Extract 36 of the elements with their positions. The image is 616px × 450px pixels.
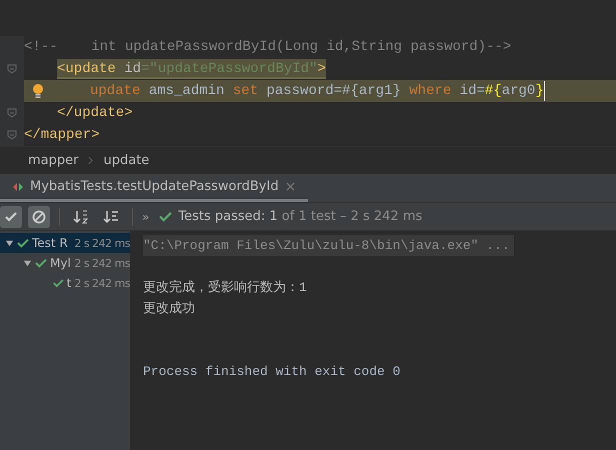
show-passed-button[interactable] (0, 206, 22, 228)
test-status: Tests passed: 1 of 1 test – 2 s 242 ms (178, 209, 422, 224)
prohibited-icon (32, 210, 46, 224)
show-ignored-button[interactable] (28, 206, 50, 228)
expand-icon[interactable] (5, 238, 14, 248)
test-duration: 2 s 242 ms (74, 276, 130, 290)
check-icon (17, 238, 29, 248)
code-line: update ams_admin set password=#{arg1} where id=#{arg0} (90, 81, 545, 101)
console-line: Process finished with exit code 0 (143, 364, 400, 379)
tab-title: MybatisTests.testUpdatePasswordById (30, 179, 279, 194)
check-icon (53, 278, 64, 288)
run-config-icon (12, 180, 24, 192)
test-duration: 2 s 242 ms (74, 256, 130, 270)
sort-by-duration-icon[interactable] (103, 208, 119, 224)
test-tree-row[interactable]: t 2 s 242 ms (0, 273, 130, 293)
test-name: t (66, 276, 72, 290)
code-line: <!-- int updatePasswordById(Long id,String password)--> (24, 38, 512, 57)
breadcrumb-item[interactable]: update (103, 153, 150, 168)
code-line: </mapper> (24, 126, 100, 145)
check-icon (159, 211, 172, 222)
breadcrumb-item[interactable]: mapper (28, 153, 78, 168)
test-duration: 2 s 242 ms (74, 236, 130, 250)
console-line: 更改完成，受影响行数为：1 (143, 280, 307, 295)
check-icon (35, 258, 47, 268)
test-tree-row[interactable]: Test R 2 s 242 ms (0, 233, 130, 253)
console-line: 更改成功 (143, 301, 195, 316)
checkmark-icon (4, 210, 18, 224)
more-icon[interactable]: » (142, 210, 150, 224)
code-line: </update> (57, 104, 133, 123)
sort-alphabetically-icon[interactable] (73, 208, 89, 224)
lightbulb-icon[interactable] (32, 83, 44, 99)
test-name: Myl (50, 256, 71, 270)
test-tree-row[interactable]: Myl 2 s 242 ms (0, 253, 130, 273)
expand-icon[interactable] (23, 258, 32, 268)
chevron-icon (88, 156, 94, 165)
test-name: Test R (32, 236, 68, 250)
